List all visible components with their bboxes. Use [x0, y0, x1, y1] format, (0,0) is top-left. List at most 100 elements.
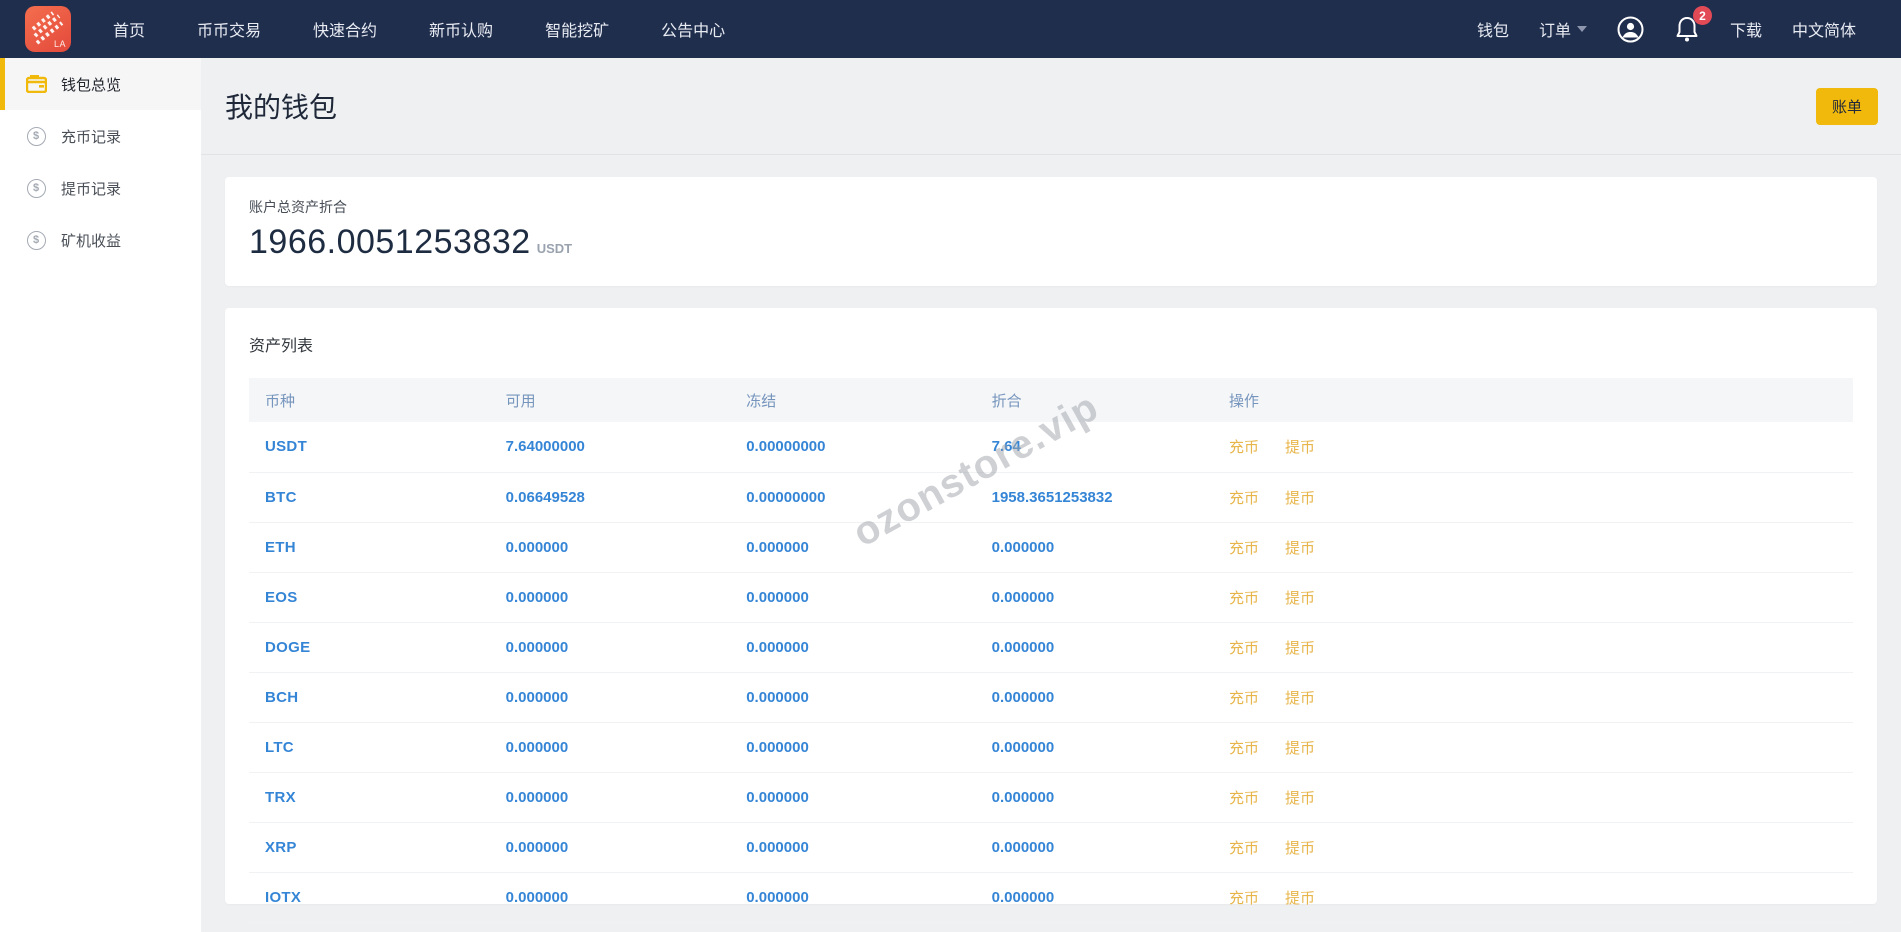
available-value: 7.64000000	[506, 422, 747, 472]
coin-name: DOGE	[249, 622, 506, 672]
sidebar-item-label: 提币记录	[61, 178, 121, 199]
frozen-value: 0.00000000	[746, 422, 991, 472]
actions-cell: 充币 提币	[1229, 772, 1853, 822]
top-nav: LA 首页 币币交易 快速合约 新币认购 智能挖矿 公告中心 钱包 订单 2 下载 中文简…	[0, 0, 1901, 58]
deposit-link[interactable]: 充币	[1229, 840, 1259, 857]
withdraw-link[interactable]: 提币	[1285, 439, 1315, 456]
table-row: XRP0.0000000.0000000.000000充币提币	[249, 822, 1853, 872]
column-header: 币种	[249, 378, 506, 422]
coin-name: TRX	[249, 772, 506, 822]
table-row: BTC0.066495280.000000001958.3651253832充币…	[249, 472, 1853, 522]
deposit-link[interactable]: 充币	[1229, 490, 1259, 507]
main-menu: 首页 币币交易 快速合约 新币认购 智能挖矿 公告中心	[113, 17, 725, 41]
wallet-icon	[25, 73, 47, 95]
coin-name: BTC	[249, 472, 506, 522]
table-row: EOS0.0000000.0000000.000000充币提币	[249, 572, 1853, 622]
main-content: 我的钱包 账单 账户总资产折合 1966.0051253832 USDT 资产列…	[201, 58, 1901, 932]
frozen-value: 0.000000	[746, 572, 991, 622]
nav-download-link[interactable]: 下载	[1730, 17, 1762, 41]
withdraw-link[interactable]: 提币	[1285, 790, 1315, 807]
table-row: BCH0.0000000.0000000.000000充币提币	[249, 672, 1853, 722]
converted-value: 1958.3651253832	[992, 472, 1229, 522]
actions-cell: 充币 提币	[1229, 472, 1853, 522]
page-header: 我的钱包 账单	[201, 58, 1901, 155]
available-value: 0.000000	[506, 872, 747, 922]
converted-value: 0.000000	[992, 572, 1229, 622]
available-value: 0.000000	[506, 522, 747, 572]
app-logo[interactable]: LA	[25, 6, 71, 52]
nav-item-2[interactable]: 快速合约	[313, 17, 377, 41]
deposit-link[interactable]: 充币	[1229, 439, 1259, 456]
deposit-link[interactable]: 充币	[1229, 690, 1259, 707]
sidebar-item-1[interactable]: $ 充币记录	[0, 110, 201, 162]
deposit-link[interactable]: 充币	[1229, 890, 1259, 907]
nav-orders-link[interactable]: 订单	[1539, 17, 1587, 41]
total-assets-unit: USDT	[537, 241, 572, 256]
nav-item-5[interactable]: 公告中心	[661, 17, 725, 41]
frozen-value: 0.000000	[746, 722, 991, 772]
available-value: 0.000000	[506, 822, 747, 872]
column-header: 折合	[992, 378, 1229, 422]
withdraw-link[interactable]: 提币	[1285, 690, 1315, 707]
nav-right: 钱包 订单 2 下载 中文简体	[1477, 15, 1856, 43]
table-row: IOTX0.0000000.0000000.000000充币提币	[249, 872, 1853, 922]
nav-language-selector[interactable]: 中文简体	[1792, 17, 1856, 41]
converted-value: 0.000000	[992, 772, 1229, 822]
available-value: 0.000000	[506, 572, 747, 622]
deposit-link[interactable]: 充币	[1229, 590, 1259, 607]
available-value: 0.000000	[506, 672, 747, 722]
actions-cell: 充币 提币	[1229, 672, 1853, 722]
nav-wallet-link[interactable]: 钱包	[1477, 17, 1509, 41]
converted-value: 0.000000	[992, 672, 1229, 722]
coin-name: EOS	[249, 572, 506, 622]
nav-orders-label: 订单	[1539, 17, 1571, 41]
page-title: 我的钱包	[225, 86, 337, 126]
sidebar-item-3[interactable]: $矿机收益	[0, 214, 201, 266]
coin-icon: $	[25, 229, 47, 251]
available-value: 0.000000	[506, 772, 747, 822]
nav-item-4[interactable]: 智能挖矿	[545, 17, 609, 41]
frozen-value: 0.000000	[746, 622, 991, 672]
table-row: TRX0.0000000.0000000.000000充币提币	[249, 772, 1853, 822]
coin-name: ETH	[249, 522, 506, 572]
withdraw-link[interactable]: 提币	[1285, 840, 1315, 857]
withdraw-link[interactable]: 提币	[1285, 740, 1315, 757]
table-row: ETH0.0000000.0000000.000000充币提币	[249, 522, 1853, 572]
sidebar: 钱包总览 $ 充币记录 $ 提币记录 $矿机收益	[0, 58, 201, 932]
logo-text: LA	[54, 39, 66, 49]
available-value: 0.06649528	[506, 472, 747, 522]
deposit-link[interactable]: 充币	[1229, 640, 1259, 657]
withdraw-link[interactable]: 提币	[1285, 890, 1315, 907]
column-header: 操作	[1229, 378, 1853, 422]
deposit-link[interactable]: 充币	[1229, 790, 1259, 807]
coin-name: XRP	[249, 822, 506, 872]
asset-list-card: 资产列表 币种可用冻结折合操作 USDT7.640000000.00000000…	[225, 308, 1877, 904]
withdraw-link[interactable]: 提币	[1285, 540, 1315, 557]
withdraw-link[interactable]: 提币	[1285, 590, 1315, 607]
nav-item-3[interactable]: 新币认购	[429, 17, 493, 41]
deposit-link[interactable]: 充币	[1229, 740, 1259, 757]
frozen-value: 0.000000	[746, 522, 991, 572]
coin-icon: $	[25, 177, 47, 199]
user-avatar-icon[interactable]	[1617, 16, 1644, 43]
sidebar-item-0[interactable]: 钱包总览	[0, 58, 201, 110]
bill-button[interactable]: 账单	[1816, 88, 1878, 125]
notification-bell-icon[interactable]: 2	[1674, 15, 1700, 43]
converted-value: 0.000000	[992, 872, 1229, 922]
frozen-value: 0.000000	[746, 872, 991, 922]
nav-item-1[interactable]: 币币交易	[197, 17, 261, 41]
withdraw-link[interactable]: 提币	[1285, 490, 1315, 507]
coin-name: LTC	[249, 722, 506, 772]
coin-icon: $	[25, 125, 47, 147]
coin-name: USDT	[249, 422, 506, 472]
table-row: DOGE0.0000000.0000000.000000充币提币	[249, 622, 1853, 672]
sidebar-item-label: 充币记录	[61, 126, 121, 147]
total-assets-card: 账户总资产折合 1966.0051253832 USDT	[225, 177, 1877, 286]
converted-value: 0.000000	[992, 822, 1229, 872]
withdraw-link[interactable]: 提币	[1285, 640, 1315, 657]
nav-item-0[interactable]: 首页	[113, 17, 145, 41]
frozen-value: 0.000000	[746, 822, 991, 872]
sidebar-item-2[interactable]: $ 提币记录	[0, 162, 201, 214]
total-assets-label: 账户总资产折合	[249, 197, 1853, 217]
deposit-link[interactable]: 充币	[1229, 540, 1259, 557]
